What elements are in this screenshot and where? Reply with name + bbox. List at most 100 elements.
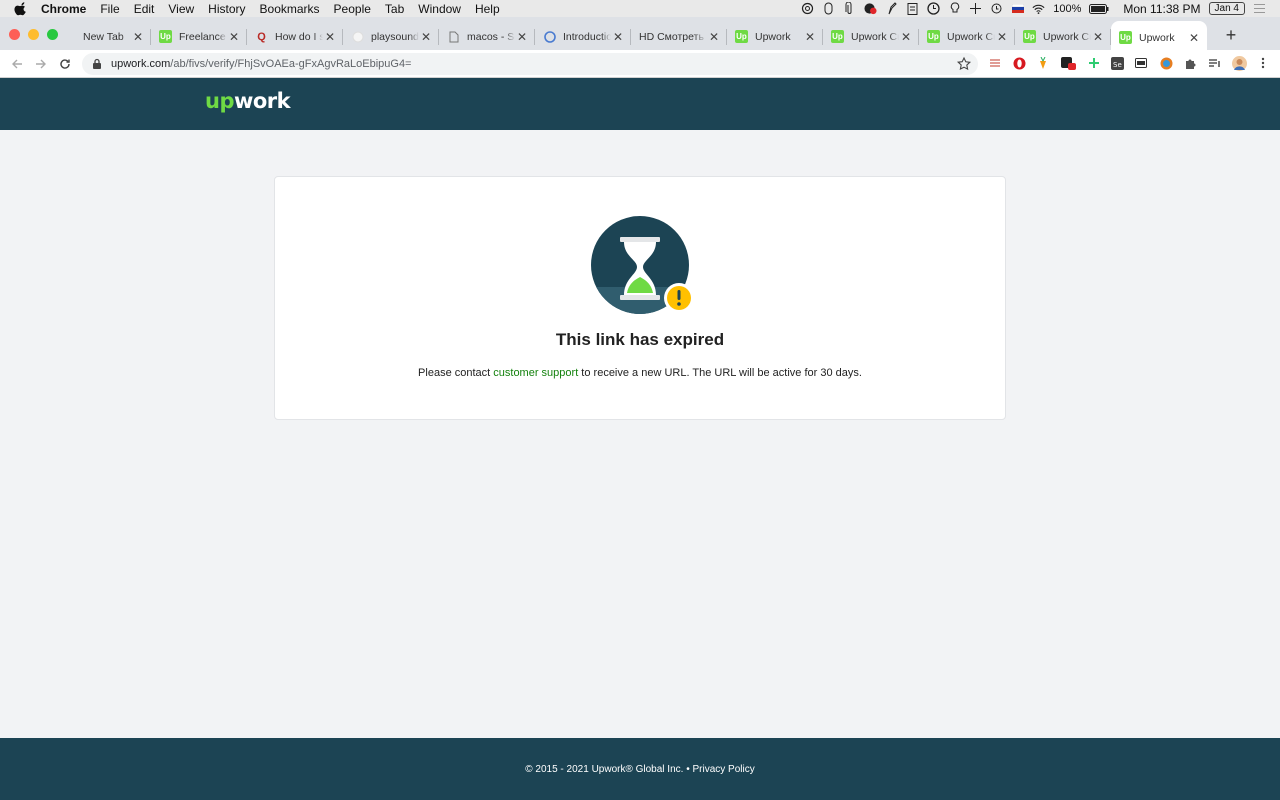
- minimize-window-button[interactable]: [28, 29, 39, 40]
- tab-title: Freelance |: [179, 30, 227, 43]
- bulb-icon[interactable]: [948, 2, 961, 15]
- lock-icon[interactable]: [91, 58, 103, 70]
- date-badge[interactable]: Jan 4: [1208, 2, 1245, 15]
- pen-icon[interactable]: [885, 2, 898, 15]
- clock-icon[interactable]: [927, 2, 940, 15]
- privacy-policy-link[interactable]: Privacy Policy: [692, 764, 754, 775]
- url-text[interactable]: upwork.com/ab/fivs/verify/FhjSvOAEa-gFxA…: [111, 58, 412, 70]
- tab-title: New Tab: [83, 30, 124, 43]
- customer-support-link[interactable]: customer support: [493, 367, 578, 379]
- upwork-favicon-icon: Up: [159, 30, 172, 43]
- notification-center-icon[interactable]: [1253, 2, 1266, 15]
- time-machine-icon[interactable]: [990, 2, 1003, 15]
- upwork-favicon-icon: Up: [1023, 30, 1036, 43]
- se-extension-icon[interactable]: Se: [1109, 55, 1125, 71]
- menu-file[interactable]: File: [100, 2, 119, 16]
- blank-favicon-icon: [351, 30, 364, 43]
- close-window-button[interactable]: [9, 29, 20, 40]
- tab-upwork-cu-1[interactable]: Up Upwork Cu ✕: [823, 21, 919, 52]
- notification-badge-icon[interactable]: [864, 2, 877, 15]
- browser-menu-icon[interactable]: [1255, 55, 1271, 71]
- wifi-icon[interactable]: [1032, 2, 1045, 15]
- upwork-favicon-icon: Up: [927, 30, 940, 43]
- upwork-favicon-icon: Up: [735, 30, 748, 43]
- close-tab-icon[interactable]: ✕: [323, 30, 337, 44]
- expired-link-card: This link has expired Please contact cus…: [274, 176, 1006, 420]
- back-button[interactable]: [9, 56, 25, 72]
- menu-history[interactable]: History: [208, 2, 245, 16]
- site-header: upwork: [0, 78, 1280, 130]
- quora-favicon-icon: Q: [257, 30, 266, 43]
- menu-help[interactable]: Help: [475, 2, 500, 16]
- hourglass-expired-icon: [591, 216, 694, 314]
- close-tab-icon[interactable]: ✕: [1091, 30, 1105, 44]
- tab-upwork-cu-2[interactable]: Up Upwork Cu ✕: [919, 21, 1015, 52]
- menu-bookmarks[interactable]: Bookmarks: [260, 2, 320, 16]
- reading-list-icon[interactable]: [1206, 55, 1222, 71]
- extension-list-icon[interactable]: [987, 55, 1003, 71]
- tab-title: HD Смотреть: [639, 30, 704, 43]
- badge-extension-icon[interactable]: [1060, 55, 1076, 71]
- carrot-extension-icon[interactable]: [1035, 55, 1051, 71]
- close-tab-icon[interactable]: ✕: [227, 30, 241, 44]
- mouse-icon[interactable]: [822, 2, 835, 15]
- upwork-logo[interactable]: upwork: [205, 89, 291, 113]
- paperclip-icon[interactable]: [843, 2, 856, 15]
- close-tab-icon[interactable]: ✕: [899, 30, 913, 44]
- puzzle-green-extension-icon[interactable]: [1086, 55, 1102, 71]
- new-tab-button[interactable]: +: [1223, 26, 1239, 44]
- close-tab-icon[interactable]: ✕: [1187, 31, 1201, 45]
- close-tab-icon[interactable]: ✕: [707, 30, 721, 44]
- tab-title: macos - Sc: [467, 30, 515, 43]
- forward-button[interactable]: [33, 56, 49, 72]
- c-favicon-icon: [543, 30, 556, 43]
- extensions-puzzle-icon[interactable]: [1182, 55, 1198, 71]
- close-tab-icon[interactable]: ✕: [803, 30, 817, 44]
- expired-message: Please contact customer support to recei…: [418, 367, 862, 379]
- tab-title: Upwork Cu: [1043, 30, 1091, 43]
- url-path: /ab/fivs/verify/FhjSvOAEa-gFxAgvRaLoEbip…: [170, 58, 412, 70]
- tab-upwork-cu-3[interactable]: Up Upwork Cu ✕: [1015, 21, 1111, 52]
- tab-new-tab[interactable]: New Tab ✕: [55, 21, 151, 52]
- menu-tab[interactable]: Tab: [385, 2, 404, 16]
- menu-window[interactable]: Window: [418, 2, 461, 16]
- close-tab-icon[interactable]: ✕: [131, 30, 145, 44]
- menu-people[interactable]: People: [334, 2, 371, 16]
- tab-quora[interactable]: Q How do I su ✕: [247, 21, 343, 52]
- globe-extension-icon[interactable]: [1158, 55, 1174, 71]
- tab-title: Upwork Cu: [851, 30, 899, 43]
- opera-extension-icon[interactable]: [1011, 55, 1027, 71]
- tab-upwork-1[interactable]: Up Upwork ✕: [727, 21, 823, 52]
- page-title: This link has expired: [555, 330, 725, 349]
- apple-icon[interactable]: [14, 1, 28, 16]
- close-tab-icon[interactable]: ✕: [515, 30, 529, 44]
- russian-flag-icon[interactable]: [1011, 2, 1024, 15]
- window-extension-icon[interactable]: [1133, 55, 1149, 71]
- clipboard-icon[interactable]: [906, 2, 919, 15]
- menu-view[interactable]: View: [168, 2, 194, 16]
- tab-macos[interactable]: macos - Sc ✕: [439, 21, 535, 52]
- move-icon[interactable]: [969, 2, 982, 15]
- blank-favicon: [63, 30, 76, 43]
- close-tab-icon[interactable]: ✕: [611, 30, 625, 44]
- svg-text:Se: Se: [1113, 61, 1122, 69]
- profile-avatar[interactable]: [1231, 55, 1247, 71]
- battery-icon[interactable]: [1089, 2, 1109, 15]
- tab-hd[interactable]: HD Смотреть ✕: [631, 21, 727, 52]
- menu-edit[interactable]: Edit: [134, 2, 155, 16]
- bookmark-star-icon[interactable]: [956, 56, 972, 72]
- window-controls: [9, 29, 58, 40]
- reload-button[interactable]: [57, 56, 73, 72]
- gear-status-icon[interactable]: [801, 2, 814, 15]
- tab-introduction[interactable]: Introductio ✕: [535, 21, 631, 52]
- address-bar[interactable]: upwork.com/ab/fivs/verify/FhjSvOAEa-gFxA…: [82, 53, 978, 75]
- menubar-clock[interactable]: Mon 11:38 PM: [1123, 2, 1200, 16]
- tab-freelance[interactable]: Up Freelance | ✕: [151, 21, 247, 52]
- close-tab-icon[interactable]: ✕: [419, 30, 433, 44]
- document-favicon-icon: [447, 30, 460, 43]
- tab-title: Introductio: [563, 30, 611, 43]
- menu-chrome[interactable]: Chrome: [41, 2, 86, 16]
- close-tab-icon[interactable]: ✕: [995, 30, 1009, 44]
- site-footer: © 2015 - 2021 Upwork® Global Inc. • Priv…: [0, 738, 1280, 800]
- tab-playsound[interactable]: playsound ✕: [343, 21, 439, 52]
